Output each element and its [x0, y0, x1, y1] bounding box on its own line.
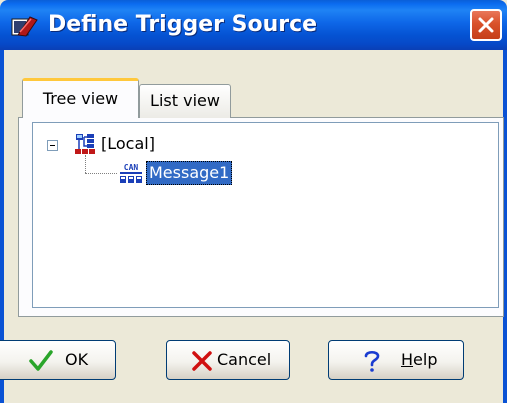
question-icon: [363, 349, 381, 377]
help-button-label: Help: [401, 350, 438, 369]
trigger-app-icon: [10, 14, 40, 38]
cancel-button[interactable]: Cancel: [166, 340, 290, 380]
network-node-icon: [75, 133, 97, 155]
cancel-button-label: Cancel: [217, 350, 272, 369]
ok-button[interactable]: OK: [0, 340, 116, 380]
close-icon: [478, 17, 494, 33]
help-button[interactable]: Help: [328, 340, 464, 380]
tab-list-view-label: List view: [150, 91, 220, 110]
title-bar[interactable]: Define Trigger Source: [0, 0, 507, 50]
tree-connector-vertical: [85, 155, 86, 173]
can-message-icon: CAN: [119, 161, 143, 185]
tab-tree-view[interactable]: Tree view: [22, 78, 139, 118]
collapse-toggle[interactable]: [47, 140, 58, 151]
tree-connector-horizontal: [85, 173, 117, 174]
x-icon: [191, 350, 213, 376]
tree-view[interactable]: [Local] CAN Message1: [32, 122, 499, 308]
window-title: Define Trigger Source: [48, 12, 318, 37]
can-icon-text: CAN: [124, 163, 139, 172]
tree-node-local[interactable]: [Local]: [101, 132, 155, 156]
close-button[interactable]: [470, 9, 502, 41]
checkmark-icon: [29, 350, 53, 376]
tab-list-view[interactable]: List view: [139, 84, 231, 118]
tab-tree-view-label: Tree view: [42, 89, 119, 108]
tree-node-message1[interactable]: Message1: [146, 161, 233, 185]
ok-button-label: OK: [65, 350, 89, 369]
